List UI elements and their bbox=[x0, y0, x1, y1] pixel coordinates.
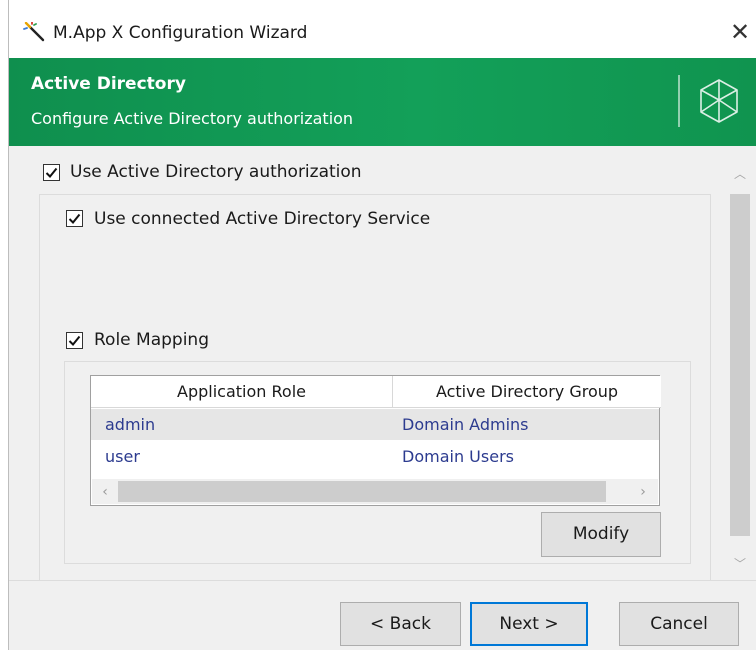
title-bar: M.App X Configuration Wizard ✕ bbox=[9, 0, 756, 58]
scroll-right-arrow-icon[interactable]: › bbox=[634, 482, 652, 502]
close-button[interactable]: ✕ bbox=[723, 12, 756, 52]
next-button[interactable]: Next > bbox=[470, 602, 588, 646]
table-horizontal-scrollbar[interactable]: ‹ › bbox=[92, 479, 658, 504]
checkmark-icon bbox=[68, 335, 81, 346]
use-connected-service-checkbox[interactable] bbox=[66, 210, 83, 227]
column-header-ad-group[interactable]: Active Directory Group bbox=[393, 376, 661, 408]
table-row[interactable]: admin Domain Admins bbox=[91, 409, 659, 440]
cell-group: Domain Admins bbox=[402, 415, 529, 434]
wizard-footer: < Back Next > Cancel bbox=[9, 581, 756, 650]
checkmark-icon bbox=[45, 167, 58, 178]
cell-role: admin bbox=[105, 415, 156, 434]
cancel-button[interactable]: Cancel bbox=[619, 602, 739, 646]
use-connected-service-label[interactable]: Use connected Active Directory Service bbox=[94, 209, 430, 229]
magic-wand-icon bbox=[23, 22, 45, 42]
cell-group: Domain Users bbox=[402, 447, 514, 466]
use-ad-auth-label[interactable]: Use Active Directory authorization bbox=[70, 162, 362, 182]
modify-button[interactable]: Modify bbox=[541, 512, 661, 557]
vertical-scroll-thumb[interactable] bbox=[730, 194, 750, 536]
back-button[interactable]: < Back bbox=[340, 602, 461, 646]
content-vertical-scrollbar[interactable]: ︿ ﹀ bbox=[721, 146, 756, 580]
horizontal-scroll-thumb[interactable] bbox=[118, 481, 606, 502]
window-title: M.App X Configuration Wizard bbox=[53, 23, 308, 43]
scroll-left-arrow-icon[interactable]: ‹ bbox=[96, 482, 114, 502]
checkmark-icon bbox=[68, 213, 81, 224]
content-panel: Use Active Directory authorization Use c… bbox=[9, 146, 756, 584]
role-mapping-label[interactable]: Role Mapping bbox=[94, 330, 209, 350]
use-ad-auth-checkbox[interactable] bbox=[43, 164, 60, 181]
cell-role: user bbox=[105, 447, 140, 466]
role-mapping-table[interactable]: Application Role Active Directory Group … bbox=[90, 375, 661, 506]
page-title: Active Directory bbox=[31, 74, 186, 94]
wizard-window: M.App X Configuration Wizard ✕ Active Di… bbox=[8, 0, 756, 650]
banner-divider bbox=[678, 75, 680, 127]
scroll-down-arrow-icon[interactable]: ﹀ bbox=[729, 553, 751, 575]
hexagon-logo-icon bbox=[700, 79, 738, 123]
page-subtitle: Configure Active Directory authorization bbox=[31, 109, 354, 128]
column-header-application-role[interactable]: Application Role bbox=[91, 376, 393, 408]
role-mapping-checkbox[interactable] bbox=[66, 332, 83, 349]
scroll-up-arrow-icon[interactable]: ︿ bbox=[729, 163, 751, 185]
table-row[interactable]: user Domain Users bbox=[91, 441, 659, 472]
header-banner: Active Directory Configure Active Direct… bbox=[9, 58, 756, 146]
